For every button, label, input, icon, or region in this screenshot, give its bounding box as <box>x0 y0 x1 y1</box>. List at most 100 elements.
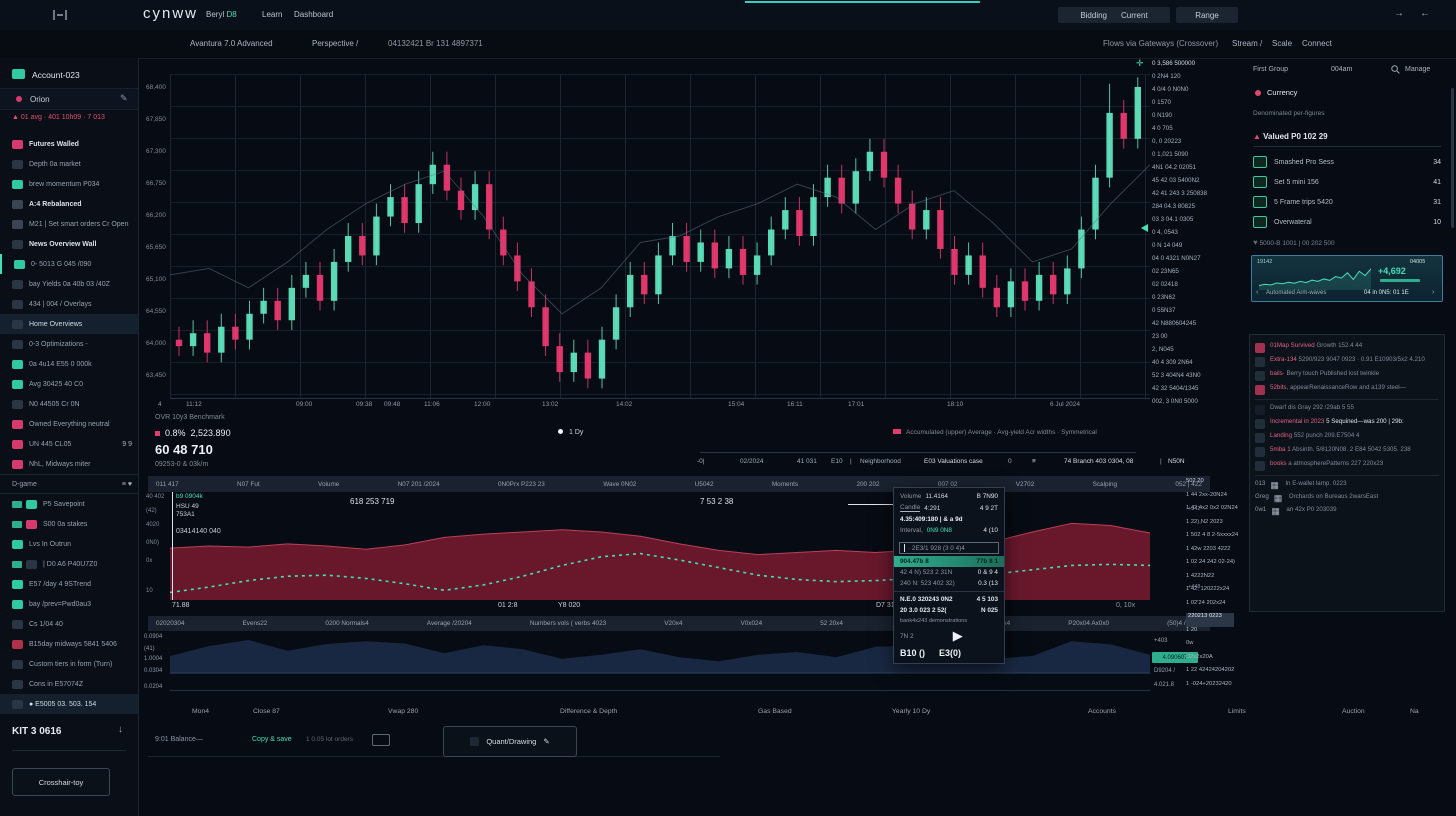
scrollbar[interactable] <box>1451 88 1454 228</box>
popup-row[interactable] <box>894 536 1004 540</box>
mini-list-row[interactable]: 0w <box>1186 640 1234 654</box>
popup-row[interactable]: 7N 2▶ <box>894 626 1004 646</box>
ladder-row[interactable]: 42 41 243 3 250838 <box>1152 190 1207 203</box>
manage-link[interactable]: Manage <box>1405 66 1430 73</box>
bottom-header-label[interactable]: 02020304 <box>156 620 184 627</box>
sidebar-item[interactable]: bay Yields 0a 40b 03 /40Z <box>0 274 138 294</box>
ladder-row[interactable]: 0 1,021 5090 <box>1152 151 1207 164</box>
feed-item[interactable]: 5mba 1 Absinth. 5/8120N08. 2 E84 5042 53… <box>1255 446 1439 457</box>
ladder-row[interactable]: 284 04.3 80825 <box>1152 203 1207 216</box>
sidebar-item[interactable]: A:4 Rebalanced <box>0 194 138 214</box>
mini-list-row[interactable]: 1 02'24 202x24 <box>1186 600 1234 614</box>
ladder-row[interactable]: 0 4, 0543 <box>1152 229 1207 242</box>
bottom-header-label[interactable]: 52 20x4 <box>820 620 843 627</box>
subnav-stream[interactable]: Stream / <box>1232 39 1262 48</box>
feed-item[interactable]: Dwarf dis Gray 292 /29ab 5 55 <box>1255 404 1439 415</box>
market-stat-row[interactable]: 5 Frame trips 542031 <box>1253 192 1441 212</box>
ladder-row[interactable]: 02 02418 <box>1152 281 1207 294</box>
sidebar-item[interactable]: E57 /day 4 9STrend <box>0 574 138 594</box>
sidebar-item[interactable]: 434 | 004 / Overlays <box>0 294 138 314</box>
ladder-row[interactable]: 02 23N65 <box>1152 268 1207 281</box>
ladder-row[interactable]: 45 42 03 5400N2 <box>1152 177 1207 190</box>
bottom-header-label[interactable]: V20x4 <box>664 620 682 627</box>
edit-pencil-icon[interactable]: ✎ <box>120 93 128 104</box>
popup-row[interactable]: bank4x243 demonstrations <box>894 616 1004 626</box>
mini-list-row[interactable]: 1 -024+20232420 <box>1186 681 1234 695</box>
mid-tab[interactable]: Moments <box>772 481 798 488</box>
popup-row[interactable]: N.E.0 320243 0N24 5 103 <box>894 594 1004 605</box>
favorites-row[interactable]: ♥ 5000-B 1001 | 00 202 500 <box>1253 238 1335 247</box>
sidebar-item[interactable]: Custom tiers in form (Turn) <box>0 654 138 674</box>
mid-tab[interactable]: N07 201 /2024 <box>398 481 440 488</box>
market-stat-row[interactable]: Smashed Pro Sess34 <box>1253 152 1441 172</box>
toolbar-item[interactable]: Neighborhood <box>860 458 901 465</box>
feed-item[interactable]: Landing 552 punch 209.E7504 4 <box>1255 432 1439 443</box>
quant-drawing-button[interactable]: Quant/Drawing ✎ <box>443 726 577 757</box>
current-button[interactable]: Current <box>1121 11 1148 20</box>
popup-row[interactable] <box>894 591 1004 592</box>
sidebar-item[interactable]: 0a 4u14 E55 0 000k <box>0 354 138 374</box>
feed-item[interactable]: bails· Berry touch Published lost twinkl… <box>1255 370 1439 381</box>
popup-row[interactable]: Volume11.4164B 7N90 <box>894 491 1004 502</box>
card-next-arrow[interactable]: › <box>1432 289 1434 296</box>
sidebar-item[interactable]: Cons in E57074Z <box>0 674 138 694</box>
popup-row[interactable]: 42 4 N) 523 2 31N0 & 9 4 <box>894 567 1004 578</box>
mini-list-row[interactable]: 1 02 24 242 02-24) <box>1186 559 1234 573</box>
mid-tab[interactable]: 0N0Prx P223 23 <box>498 481 545 488</box>
order-input-placeholder[interactable]: 1 0.05 lot orders <box>306 736 353 743</box>
price-ladder[interactable]: 0 3,586 5000000 2N4 1204 0/4 0 N0N00 157… <box>1152 60 1207 411</box>
ladder-row[interactable]: 42 N880604245 <box>1152 320 1207 333</box>
feed-item[interactable]: Incremental in 2023 5 Sequined—was 200 |… <box>1255 418 1439 429</box>
sidebar-item[interactable]: Owned Everything neutral <box>0 414 138 434</box>
group-tab[interactable]: First Group <box>1253 66 1288 73</box>
popup-row[interactable]: B10 ()E3(0) <box>894 646 1004 660</box>
sidebar-item[interactable]: Lvs In Outrun <box>0 534 138 554</box>
popup-row[interactable]: · 2E3/1 928 (3 0 4)4 <box>899 542 999 554</box>
context-popup[interactable]: Volume11.4164B 7N90Candle4:2914 9 2T4.35… <box>893 487 1005 664</box>
ladder-row[interactable]: 52 3 404N4 43N0 <box>1152 372 1207 385</box>
mid-tab[interactable]: 011 417 <box>156 481 179 488</box>
ladder-row[interactable]: 23 00 <box>1152 333 1207 346</box>
nav-link-dashboard[interactable]: Dashboard <box>294 10 333 19</box>
card-prev-arrow[interactable]: ‹ <box>1256 289 1258 296</box>
ladder-row[interactable]: 4N1 04.2 02051 <box>1152 164 1207 177</box>
mid-tab[interactable]: Wave 0N02 <box>603 481 636 488</box>
toolbar-item[interactable]: 41 031 <box>797 458 817 465</box>
sidebar-item[interactable]: D-game≡ ♥ <box>0 474 138 494</box>
feed-item[interactable]: books a atmospherePatterns 227 220x23 <box>1255 460 1439 471</box>
toolbar-item[interactable]: -0| <box>697 458 704 465</box>
popup-row[interactable]: 4.35:409:180 | & a 9d <box>894 514 1004 525</box>
feed-item[interactable]: 0w1▦an 42x P0 203039 <box>1255 506 1439 516</box>
mini-list-row[interactable]: 1 22),N2 2023 <box>1186 519 1234 533</box>
sidebar-item[interactable]: NhL, Midways miter <box>0 454 138 474</box>
toolbar-item[interactable]: | <box>1160 458 1162 465</box>
ladder-row[interactable]: 40 4 309 2N64 <box>1152 359 1207 372</box>
subnav-connect[interactable]: Connect <box>1302 39 1332 48</box>
sidebar-item[interactable]: Futures Walled <box>0 134 138 154</box>
mini-list-row[interactable]: D2x2x20A <box>1186 654 1234 668</box>
ladder-row[interactable]: 0 55N37 <box>1152 307 1207 320</box>
popup-row[interactable]: 904.47b 877b 8 1 <box>894 556 1004 567</box>
ladder-row[interactable]: 0, 0 20223 <box>1152 138 1207 151</box>
sidebar-item[interactable]: 0-3 Optimizations - <box>0 334 138 354</box>
sidebar-item[interactable]: S00 0a stakes <box>0 514 138 534</box>
sidebar-item[interactable]: ● E5005 03. 503. 154 <box>0 694 138 714</box>
sidebar-item[interactable]: P5 Savepoint <box>0 494 138 514</box>
mid-tab[interactable]: 200 202 <box>856 481 879 488</box>
feed-item[interactable]: 01Map Survived Growth 152.4 44 <box>1255 342 1439 353</box>
ladder-row[interactable]: 2, N045 <box>1152 346 1207 359</box>
bidding-button[interactable]: Bidding <box>1080 11 1107 20</box>
sidebar-item[interactable]: 0- 5013 G 045 /090 <box>0 254 138 274</box>
ladder-row[interactable]: 0 2N4 120 <box>1152 73 1207 86</box>
toolbar-item[interactable]: 74 Branch 403 0304, 08 <box>1064 458 1133 465</box>
feed-item[interactable]: Greg▦Orchards on Bureaus 2warsEast <box>1255 493 1439 503</box>
ladder-row[interactable]: 0 N 14 049 <box>1152 242 1207 255</box>
mid-tab[interactable]: U5042 <box>695 481 714 488</box>
ladder-row[interactable]: 4 0 705 <box>1152 125 1207 138</box>
sidebar-item[interactable]: N0 44505 Cr 0N <box>0 394 138 414</box>
ladder-row[interactable]: 0 23N62 <box>1152 294 1207 307</box>
mini-list-row[interactable]: 1 22 42424204202 <box>1186 667 1234 681</box>
ladder-row[interactable]: 04 0 4321 N0N27 <box>1152 255 1207 268</box>
sidebar-item[interactable]: Home Overviews <box>0 314 138 334</box>
ladder-row[interactable]: 0 N190 <box>1152 112 1207 125</box>
